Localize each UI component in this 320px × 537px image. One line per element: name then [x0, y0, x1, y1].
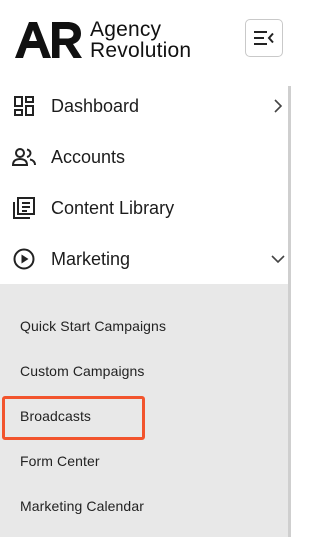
- submenu-item-quick-start-campaigns[interactable]: Quick Start Campaigns: [20, 318, 166, 334]
- sidebar-item-label: Content Library: [51, 197, 175, 218]
- sidebar-item-marketing[interactable]: Marketing: [0, 237, 288, 281]
- sidebar-item-content-library[interactable]: Content Library: [0, 186, 288, 230]
- chevron-down-icon: [271, 255, 285, 264]
- brand-name-line1: Agency: [90, 18, 162, 41]
- sidebar-item-label: Accounts: [51, 146, 126, 167]
- menu-collapse-icon: [254, 31, 274, 45]
- play-circle-icon: [12, 247, 36, 271]
- sidebar-item-label: Dashboard: [51, 95, 140, 116]
- brand-name: Agency Revolution: [90, 19, 191, 61]
- chevron-right-icon: [274, 99, 283, 113]
- brand-name-line2: Revolution: [90, 39, 192, 62]
- sidebar-scrollbar[interactable]: [288, 86, 291, 537]
- people-icon: [12, 145, 36, 169]
- submenu-item-custom-campaigns[interactable]: Custom Campaigns: [20, 363, 145, 379]
- submenu-item-marketing-calendar[interactable]: Marketing Calendar: [20, 498, 144, 514]
- sidebar-item-accounts[interactable]: Accounts: [0, 135, 288, 179]
- dashboard-grid-icon: [12, 94, 36, 118]
- sidebar-header: Agency Revolution: [0, 0, 291, 80]
- sidebar-item-dashboard[interactable]: Dashboard: [0, 84, 288, 128]
- submenu-item-form-center[interactable]: Form Center: [20, 453, 100, 469]
- ar-logo[interactable]: [14, 21, 84, 59]
- menu-collapse-button[interactable]: [245, 19, 283, 57]
- library-icon: [12, 196, 36, 220]
- sidebar-item-label: Marketing: [51, 248, 131, 269]
- broadcasts-highlight-box: [2, 396, 145, 440]
- ar-logo-mark: [15, 22, 82, 58]
